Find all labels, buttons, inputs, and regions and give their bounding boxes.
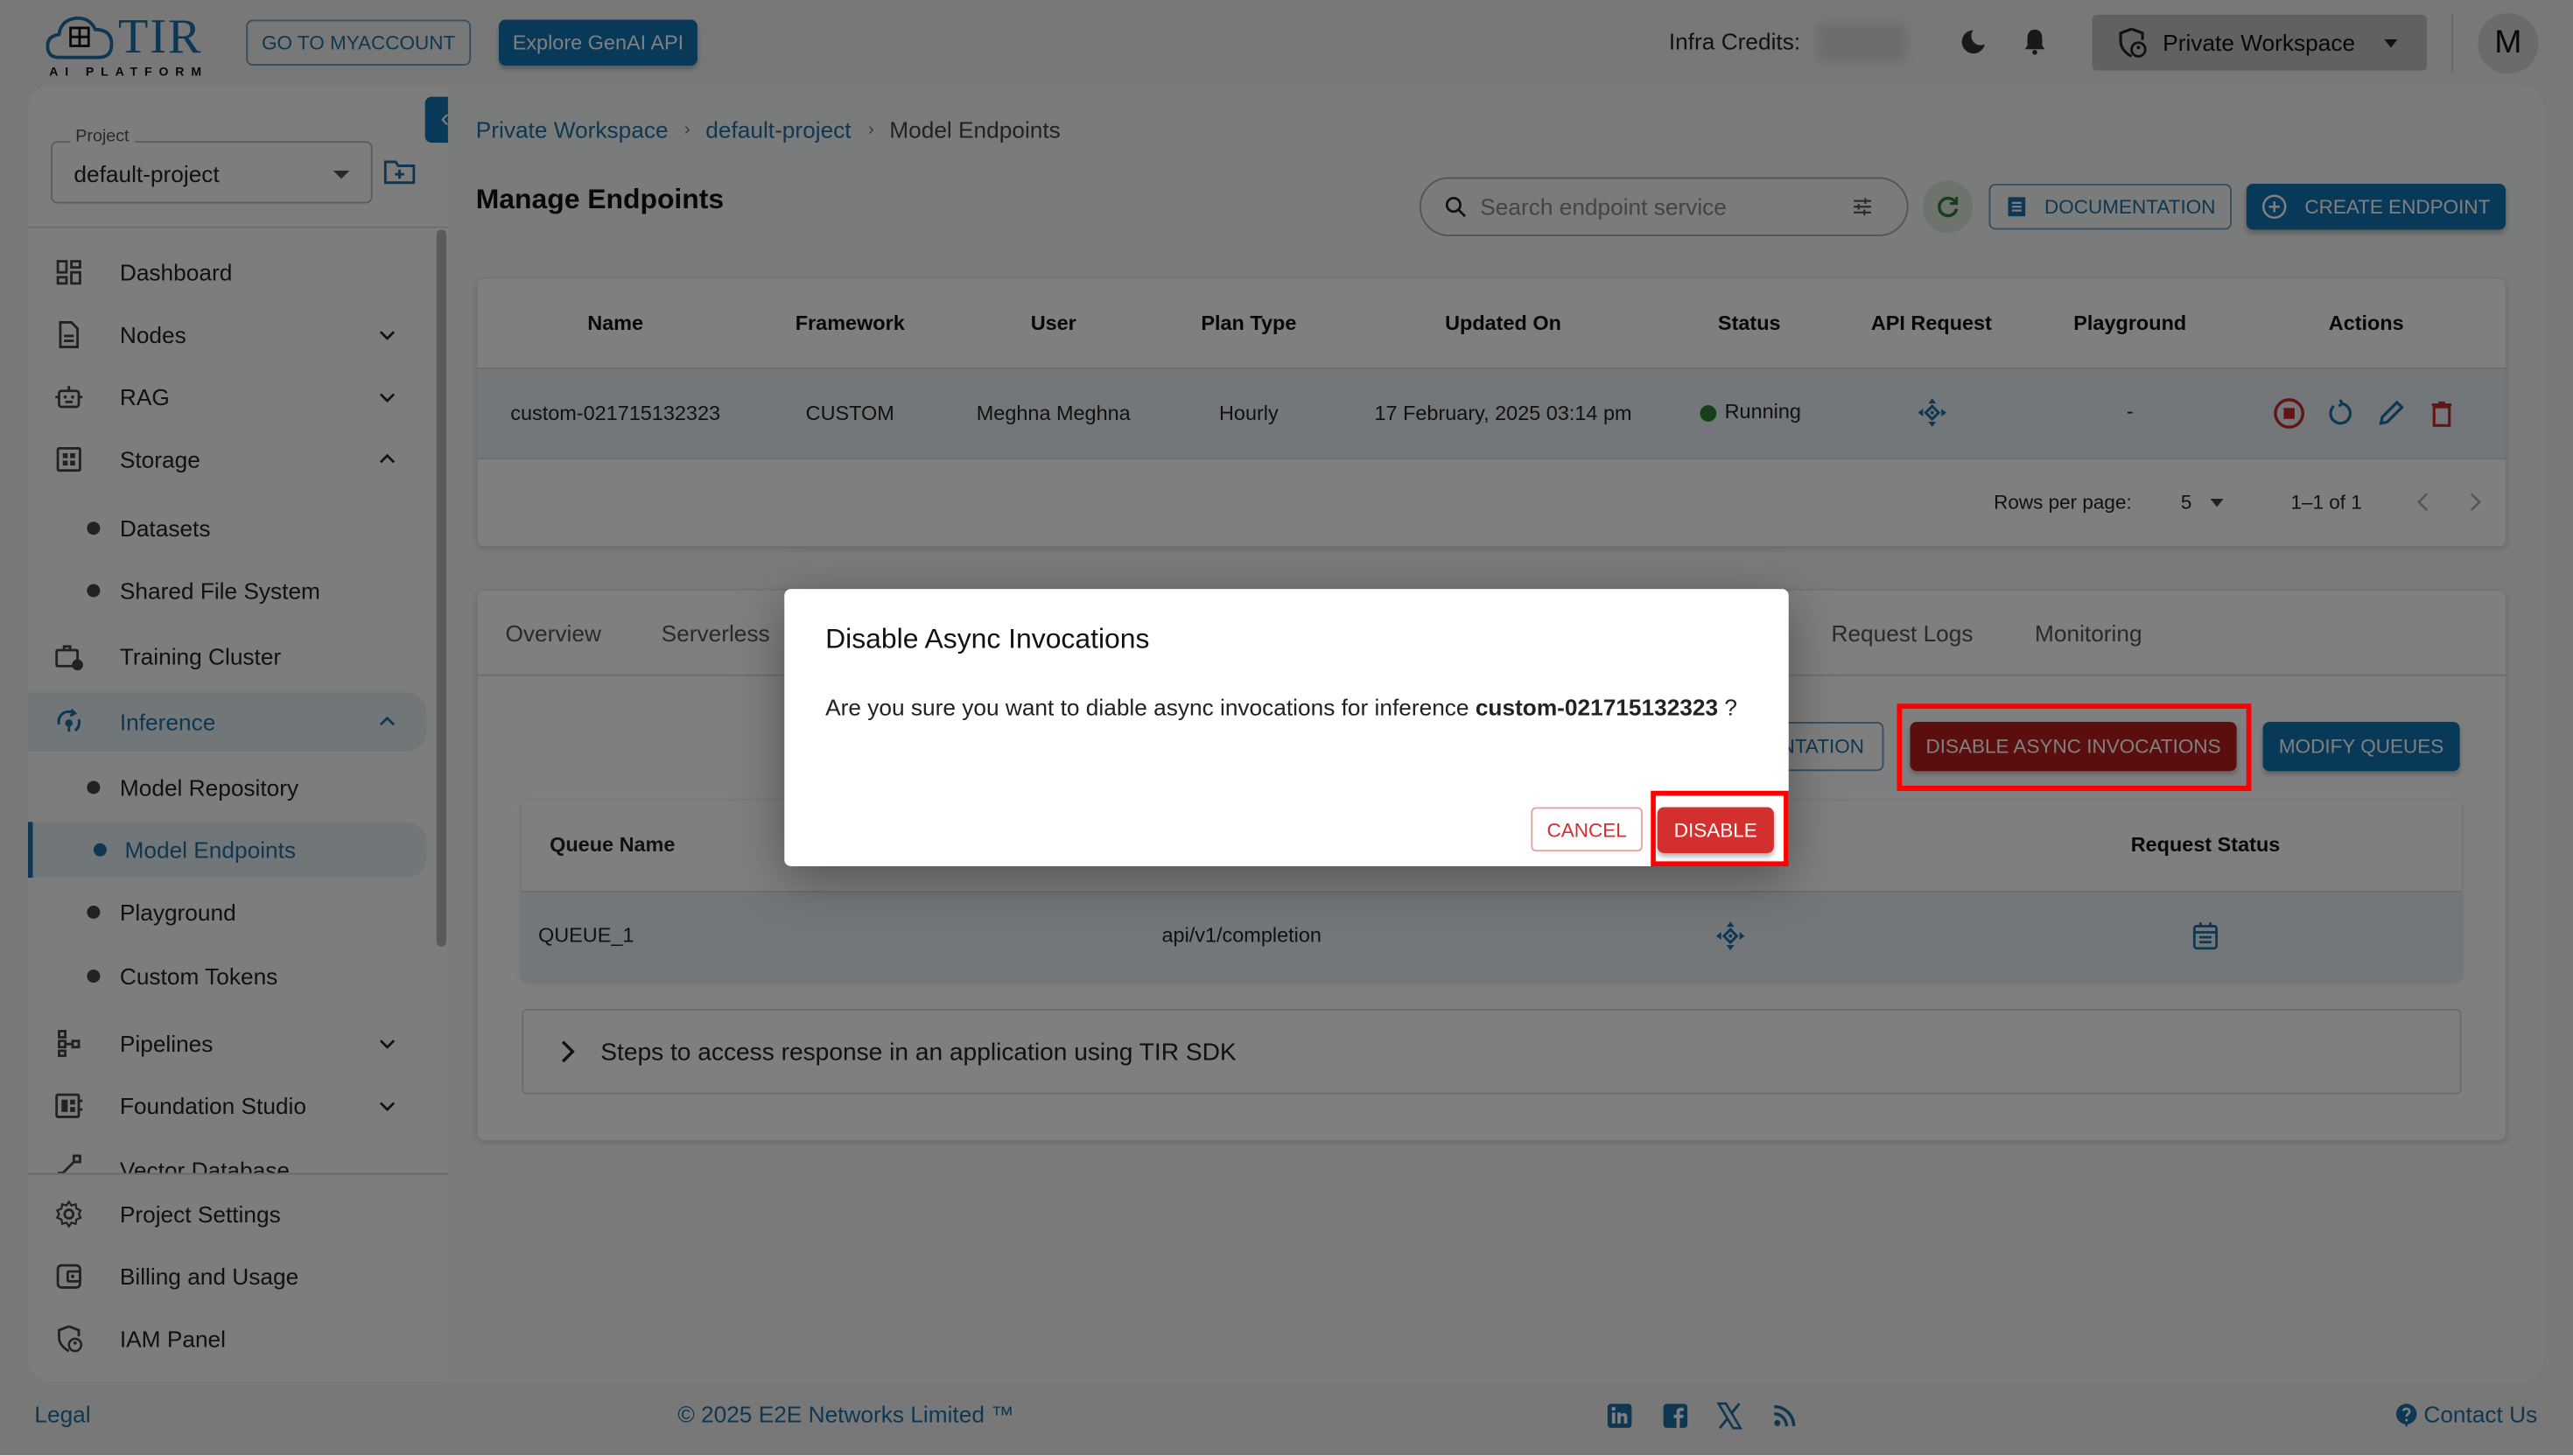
dialog-message-suffix: ? bbox=[1724, 694, 1738, 721]
dialog-title: Disable Async Invocations bbox=[825, 623, 1150, 655]
dialog-endpoint-name: custom-021715132323 bbox=[1475, 694, 1719, 721]
highlight-box-disable-confirm bbox=[1651, 790, 1789, 866]
highlight-box-disable-async bbox=[1896, 704, 2252, 791]
dialog-message-text: Are you sure you want to diable async in… bbox=[825, 694, 1469, 721]
dialog-message: Are you sure you want to diable async in… bbox=[825, 694, 1737, 720]
disable-async-dialog: Disable Async Invocations Are you sure y… bbox=[784, 589, 1789, 866]
cancel-button[interactable]: CANCEL bbox=[1531, 807, 1643, 852]
